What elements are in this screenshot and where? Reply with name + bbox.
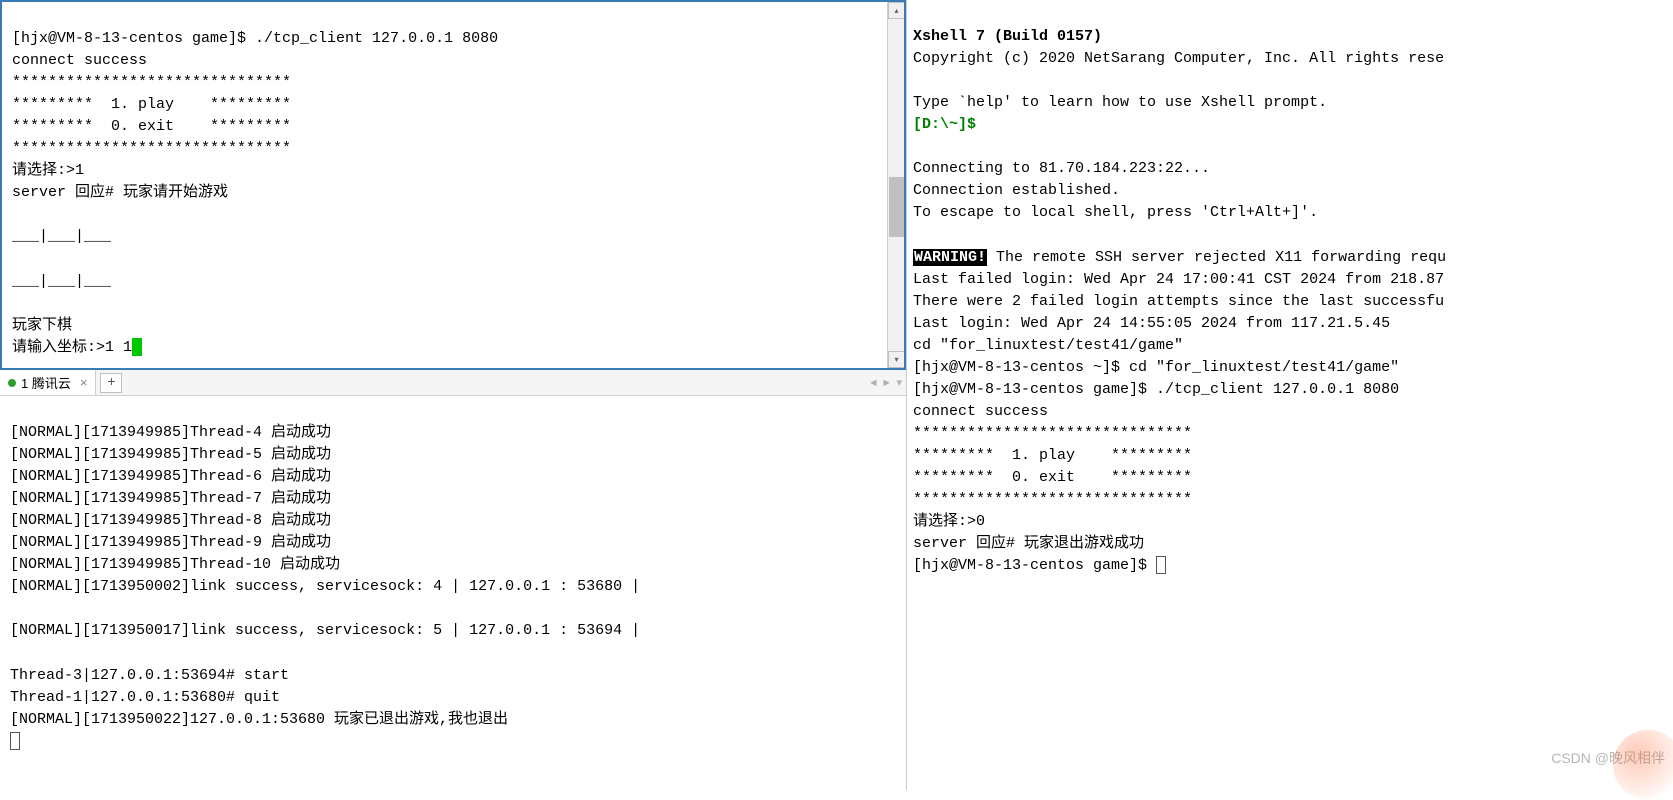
help-text: Type `help' to learn how to use Xshell p… — [913, 94, 1327, 111]
terminal-line: Thread-3|127.0.0.1:53694# start — [10, 667, 289, 684]
copyright-text: Copyright (c) 2020 NetSarang Computer, I… — [913, 50, 1444, 67]
prompt-run: [hjx@VM-8-13-centos game]$ ./tcp_client … — [913, 381, 1399, 398]
terminal-line: [NORMAL][1713949985]Thread-7 启动成功 — [10, 490, 331, 507]
attempts-text: There were 2 failed login attempts since… — [913, 293, 1444, 310]
menu-border: ******************************* — [913, 491, 1192, 508]
terminal-line: ********* 1. play ********* — [12, 96, 291, 113]
scrollbar[interactable]: ▴ ▾ — [887, 2, 904, 368]
prompt-cd: [hjx@VM-8-13-centos ~]$ cd "for_linuxtes… — [913, 359, 1399, 376]
close-icon[interactable]: × — [80, 375, 88, 390]
terminal-line: [NORMAL][1713949985]Thread-10 启动成功 — [10, 556, 340, 573]
warning-badge: WARNING! — [913, 249, 987, 266]
terminal-line: ___|___|___ — [12, 228, 111, 245]
connecting-text: Connecting to 81.70.184.223:22... — [913, 160, 1210, 177]
terminal-line: ___|___|___ — [12, 273, 111, 290]
cursor-icon — [132, 338, 142, 356]
tab-label: 1 腾讯云 — [21, 373, 71, 392]
shell-prompt: [D:\~]$ — [913, 116, 976, 133]
server-response: server 回应# 玩家退出游戏成功 — [913, 535, 1144, 552]
app-title: Xshell 7 (Build 0157) — [913, 28, 1102, 45]
connect-success: connect success — [913, 403, 1048, 420]
terminal-line: [NORMAL][1713949985]Thread-4 启动成功 — [10, 424, 331, 441]
terminal-line: ******************************* — [12, 140, 291, 157]
terminal-line: [NORMAL][1713950002]link success, servic… — [10, 578, 640, 595]
terminal-line: ********* 0. exit ********* — [12, 118, 291, 135]
top-terminal-content[interactable]: [hjx@VM-8-13-centos game]$ ./tcp_client … — [2, 2, 904, 368]
terminal-line: [hjx@VM-8-13-centos game]$ ./tcp_client … — [12, 30, 498, 47]
scrollbar-thumb[interactable] — [889, 177, 904, 237]
top-terminal-pane[interactable]: [hjx@VM-8-13-centos game]$ ./tcp_client … — [0, 0, 906, 370]
terminal-line: 请选择:>1 — [12, 162, 84, 179]
terminal-line: 玩家下棋 — [12, 317, 72, 334]
menu-exit: ********* 0. exit ********* — [913, 469, 1192, 486]
escape-text: To escape to local shell, press 'Ctrl+Al… — [913, 204, 1318, 221]
terminal-line: [NORMAL][1713949985]Thread-9 启动成功 — [10, 534, 331, 551]
terminal-line: Thread-1|127.0.0.1:53680# quit — [10, 689, 280, 706]
menu-border: ******************************* — [913, 425, 1192, 442]
scroll-up-button[interactable]: ▴ — [888, 2, 905, 19]
status-dot-icon — [8, 379, 16, 387]
select-prompt: 请选择:>0 — [913, 513, 985, 530]
terminal-line: [NORMAL][1713950017]link success, servic… — [10, 622, 640, 639]
terminal-line: ******************************* — [12, 74, 291, 91]
terminal-line: [NORMAL][1713949985]Thread-5 启动成功 — [10, 446, 331, 463]
final-prompt: [hjx@VM-8-13-centos game]$ — [913, 557, 1156, 574]
plus-icon: + — [107, 375, 115, 391]
tab-navigation[interactable]: ◄ ► ▾ — [870, 376, 902, 390]
established-text: Connection established. — [913, 182, 1120, 199]
last-login-text: Last login: Wed Apr 24 14:55:05 2024 fro… — [913, 315, 1390, 332]
cd-command: cd "for_linuxtest/test41/game" — [913, 337, 1183, 354]
add-tab-button[interactable]: + — [100, 373, 122, 393]
terminal-line: connect success — [12, 52, 147, 69]
bottom-terminal-pane[interactable]: [NORMAL][1713949985]Thread-4 启动成功 [NORMA… — [0, 396, 906, 790]
cursor-icon — [1156, 556, 1166, 574]
menu-play: ********* 1. play ********* — [913, 447, 1192, 464]
right-terminal-pane[interactable]: Xshell 7 (Build 0157) Copyright (c) 2020… — [907, 0, 1673, 790]
terminal-line: [NORMAL][1713950022]127.0.0.1:53680 玩家已退… — [10, 711, 508, 728]
terminal-line: [NORMAL][1713949985]Thread-6 启动成功 — [10, 468, 331, 485]
last-failed-text: Last failed login: Wed Apr 24 17:00:41 C… — [913, 271, 1444, 288]
terminal-line: 请输入坐标:>1 1 — [12, 339, 132, 356]
terminal-line: server 回应# 玩家请开始游戏 — [12, 184, 228, 201]
scroll-down-button[interactable]: ▾ — [888, 351, 905, 368]
warning-text: The remote SSH server rejected X11 forwa… — [987, 249, 1446, 266]
cursor-icon — [10, 732, 20, 750]
terminal-line: [NORMAL][1713949985]Thread-8 启动成功 — [10, 512, 331, 529]
tab-bar: 1 腾讯云 × + ◄ ► ▾ — [0, 370, 906, 396]
tab-tencent-cloud[interactable]: 1 腾讯云 × — [0, 370, 96, 395]
